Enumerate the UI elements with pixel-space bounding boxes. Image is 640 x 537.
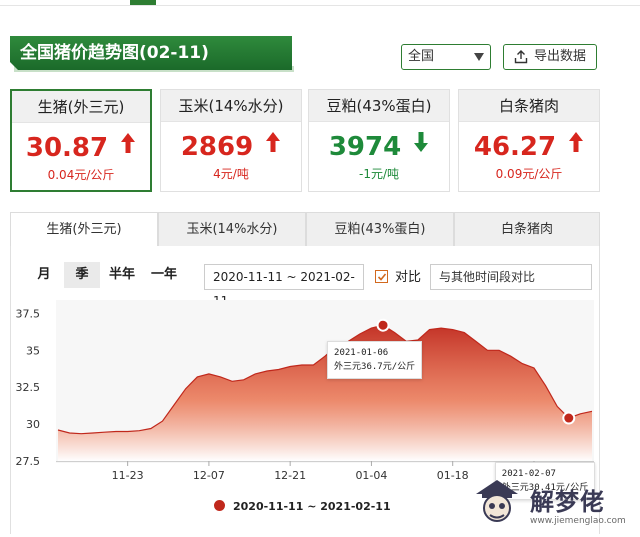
compare-period-input[interactable]: 与其他时间段对比 — [430, 264, 592, 290]
period-half-year[interactable]: 半年 — [104, 262, 140, 288]
x-tick-label: 12-21 — [274, 469, 306, 482]
export-data-label: 导出数据 — [534, 49, 587, 64]
tooltip-value: 外三元36.7元/公斤 — [334, 362, 416, 373]
arrow-up-icon — [120, 131, 136, 161]
compare-checkbox[interactable] — [375, 270, 388, 283]
period-selector: 月 季 半年 一年 — [26, 262, 186, 288]
x-tick-label: 01-18 — [437, 469, 469, 482]
tooltip-date: 2021-01-06 — [334, 348, 389, 359]
price-card-change: -1元/吨 — [358, 167, 399, 181]
watermark-text: 解梦佬 — [530, 488, 605, 516]
tab-corn[interactable]: 玉米(14%水分) — [158, 212, 306, 246]
tab-pork[interactable]: 白条猪肉 — [454, 212, 600, 246]
y-tick-label: 37.5 — [16, 307, 41, 320]
top-nav-bar — [0, 0, 640, 6]
tab-label: 玉米(14%水分) — [186, 222, 278, 237]
price-card-label: 豆粕(43%蛋白) — [309, 90, 449, 122]
legend-label: 2020-11-11 ~ 2021-02-11 — [233, 500, 391, 513]
tab-label: 豆粕(43%蛋白) — [334, 222, 426, 237]
nav-active-indicator — [130, 0, 156, 5]
price-card-value-row: 2869 — [161, 130, 301, 162]
watermark-logo: 解梦佬 www.jiemenglao.com — [468, 472, 638, 532]
tab-label: 生猪(外三元) — [46, 222, 122, 237]
y-tick-label: 30 — [26, 418, 40, 431]
price-card-value-row: 46.27 — [459, 130, 599, 162]
x-tick-label: 11-23 — [112, 469, 144, 482]
arrow-up-icon — [265, 130, 281, 160]
region-select[interactable]: 全国 — [401, 44, 491, 70]
price-card-value: 30.87 — [25, 133, 109, 163]
data-point-marker — [562, 411, 576, 425]
y-tick-label: 32.5 — [16, 381, 41, 394]
price-card-value: 46.27 — [473, 132, 557, 162]
arrow-up-icon — [568, 130, 584, 160]
export-data-button[interactable]: 导出数据 — [503, 44, 597, 70]
data-tooltip: 2021-01-06 外三元36.7元/公斤 — [327, 341, 423, 380]
watermark-url: www.jiemenglao.com — [530, 516, 626, 526]
price-card-label: 生猪(外三元) — [12, 91, 150, 123]
period-month[interactable]: 月 — [26, 262, 62, 288]
chevron-down-icon — [474, 53, 484, 61]
commodity-tabs: 生猪(外三元) 玉米(14%水分) 豆粕(43%蛋白) 白条猪肉 — [10, 212, 600, 246]
compare-label: 对比 — [395, 270, 422, 285]
price-card[interactable]: 玉米(14%水分) 2869 4元/吨 — [160, 89, 302, 192]
tab-soymeal[interactable]: 豆粕(43%蛋白) — [306, 212, 454, 246]
price-card[interactable]: 生猪(外三元) 30.87 0.04元/公斤 — [10, 89, 152, 192]
arrow-down-icon — [413, 130, 429, 160]
price-card-value-row: 3974 — [309, 130, 449, 162]
check-icon — [377, 273, 387, 281]
price-card-label: 玉米(14%水分) — [161, 90, 301, 122]
region-select-value: 全国 — [408, 49, 435, 64]
price-card-change: 0.09元/公斤 — [495, 167, 563, 181]
period-quarter[interactable]: 季 — [64, 262, 100, 288]
x-tick-label: 12-07 — [193, 469, 225, 482]
x-tick-label: 01-04 — [355, 469, 387, 482]
price-card-value-row: 30.87 — [12, 131, 150, 163]
tab-label: 白条猪肉 — [500, 222, 553, 237]
price-card-change: 0.04元/公斤 — [47, 168, 115, 182]
data-point-marker — [376, 318, 390, 332]
y-tick-label: 27.5 — [16, 455, 41, 468]
watermark-mascot-icon — [476, 480, 518, 522]
legend-swatch — [214, 500, 225, 511]
export-icon — [514, 50, 528, 64]
y-tick-label: 35 — [26, 344, 40, 357]
price-card-value: 3974 — [328, 132, 402, 162]
price-card-label: 白条猪肉 — [459, 90, 599, 122]
page-title: 全国猪价趋势图(02-11) — [10, 36, 292, 70]
price-card-change: 4元/吨 — [213, 167, 249, 181]
chart-legend[interactable]: 2020-11-11 ~ 2021-02-11 — [214, 500, 391, 513]
tab-live-hog[interactable]: 生猪(外三元) — [10, 212, 158, 246]
date-range-input[interactable]: 2020-11-11 ~ 2021-02-11 — [204, 264, 364, 308]
price-card[interactable]: 白条猪肉 46.27 0.09元/公斤 — [458, 89, 600, 192]
period-year[interactable]: 一年 — [146, 262, 182, 288]
price-card[interactable]: 豆粕(43%蛋白) 3974 -1元/吨 — [308, 89, 450, 192]
price-card-value: 2869 — [180, 132, 254, 162]
